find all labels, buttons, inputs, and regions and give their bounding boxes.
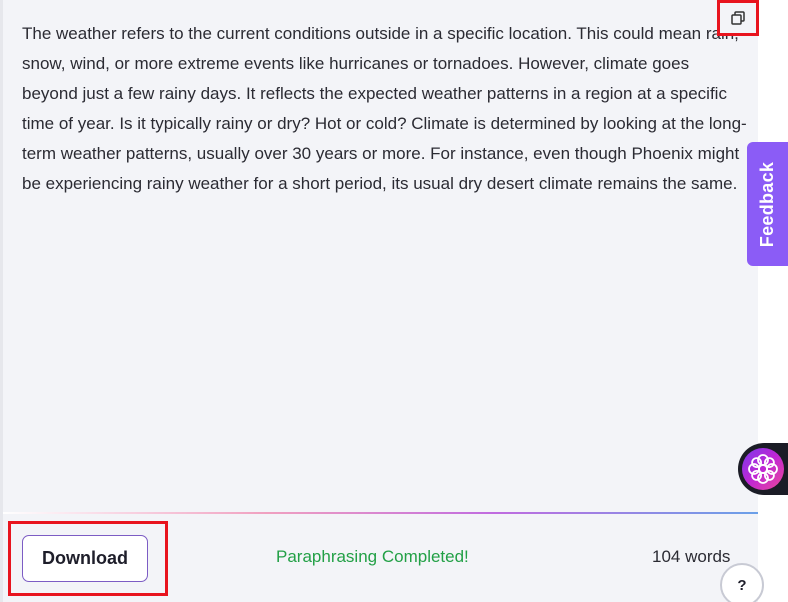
copy-button[interactable] [717, 0, 759, 36]
feedback-label: Feedback [757, 161, 778, 247]
status-message: Paraphrasing Completed! [276, 547, 469, 566]
right-gutter [758, 0, 788, 602]
help-button[interactable]: ? [720, 563, 764, 602]
paraphrased-text: The weather refers to the current condit… [22, 24, 747, 193]
copy-icon [731, 11, 745, 25]
word-count: 104 words [652, 547, 731, 566]
feedback-tab[interactable]: Feedback [747, 142, 788, 266]
download-button[interactable]: Download [22, 535, 148, 582]
flower-logo-icon [742, 448, 784, 490]
paraphrase-output-screen: ⋮ The weather refers to the current cond… [0, 0, 788, 602]
assistant-launcher-button[interactable] [738, 443, 788, 495]
